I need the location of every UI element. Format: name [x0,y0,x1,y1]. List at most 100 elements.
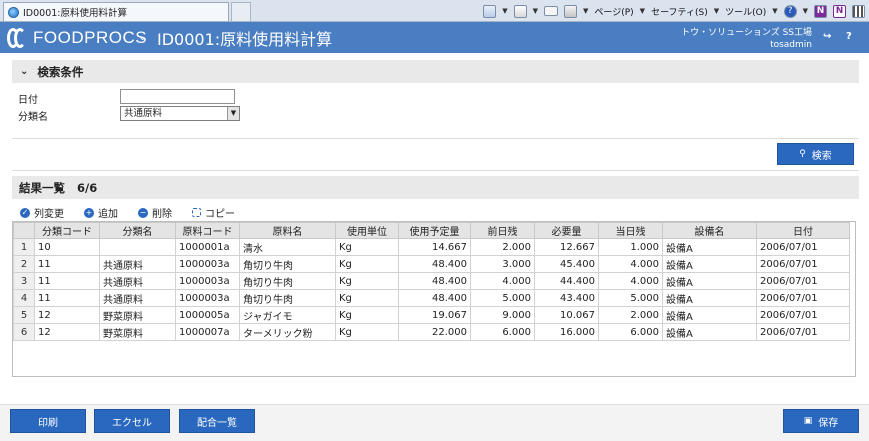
table-cell[interactable]: 野菜原料 [99,306,176,324]
app-menu-chevron-icon[interactable]: ⌄ [138,30,147,43]
feeds-icon[interactable] [513,4,527,18]
table-cell[interactable]: 2006/07/01 [756,306,850,324]
table-cell[interactable]: 2006/07/01 [756,272,850,290]
table-cell[interactable]: 清水 [239,238,336,256]
table-cell[interactable]: 5.000 [598,289,663,307]
table-cell[interactable]: 設備A [662,306,757,324]
search-conditions-header[interactable]: ⌄ 検索条件 [12,60,859,83]
dropdown-arrow-icon[interactable]: ▼ [227,107,239,120]
delete-row-button[interactable]: − 削除 [138,205,172,220]
table-cell[interactable]: 12.667 [534,238,599,256]
table-cell[interactable]: 11 [34,255,100,273]
table-cell[interactable]: 2006/07/01 [756,323,850,341]
table-cell[interactable]: 4.000 [598,255,663,273]
table-cell[interactable]: 2.000 [470,238,535,256]
column-header[interactable]: 使用単位 [335,222,399,239]
table-row[interactable]: 6 12 野菜原料 1000007a ターメリック粉 Kg 22.000 6.000 16.00… [13,323,850,341]
table-cell[interactable]: ジャガイモ [239,306,336,324]
table-cell[interactable]: 45.400 [534,255,599,273]
table-cell[interactable]: 19.067 [398,306,471,324]
onenote-icon[interactable]: N [814,4,827,18]
table-cell[interactable]: 1000001a [175,238,240,256]
table-cell[interactable]: 共通原料 [99,255,176,273]
table-cell[interactable]: 設備A [662,238,757,256]
table-cell[interactable]: 12 [34,306,100,324]
change-columns-button[interactable]: ✓ 列変更 [20,205,64,220]
search-button[interactable]: ⚲ 検索 [777,143,854,165]
table-cell[interactable]: 設備A [662,289,757,307]
copy-row-button[interactable]: コピー [192,205,235,220]
column-header[interactable]: 使用予定量 [398,222,471,239]
table-cell[interactable]: 16.000 [534,323,599,341]
table-cell[interactable]: 設備A [662,255,757,273]
table-cell[interactable]: 角切り牛肉 [239,289,336,307]
table-cell[interactable]: 4.000 [470,272,535,290]
safety-menu[interactable]: セーフティ(S) [651,5,708,18]
table-row[interactable]: 5 12 野菜原料 1000005a ジャガイモ Kg 19.067 9.000 10.067 2… [13,306,850,324]
logout-icon[interactable]: ↪ [823,31,831,42]
tools-menu[interactable]: ツール(O) [725,5,766,18]
table-cell[interactable]: Kg [335,238,399,256]
table-cell[interactable]: 設備A [662,272,757,290]
print-icon[interactable] [564,4,577,18]
table-cell[interactable]: Kg [335,272,399,290]
table-cell[interactable]: 設備A [662,323,757,341]
table-cell[interactable]: Kg [335,289,399,307]
table-cell[interactable]: 48.400 [398,255,471,273]
table-cell[interactable]: 2006/07/01 [756,289,850,307]
table-cell[interactable]: 4.000 [598,272,663,290]
column-header[interactable]: 当日残 [598,222,663,239]
column-header[interactable]: 原料コード [175,222,240,239]
table-row[interactable]: 1 10 1000001a 清水 Kg 14.667 2.000 12.667 1.000 設備A… [13,238,850,256]
column-header[interactable]: 必要量 [534,222,599,239]
column-header[interactable]: 分類コード [34,222,100,239]
table-cell[interactable]: 1000003a [175,255,240,273]
column-header[interactable]: 原料名 [239,222,336,239]
table-cell[interactable]: 2.000 [598,306,663,324]
table-cell[interactable]: 11 [34,289,100,307]
table-cell[interactable]: 1.000 [598,238,663,256]
table-cell[interactable]: 12 [34,323,100,341]
table-cell[interactable]: 3.000 [470,255,535,273]
table-cell[interactable]: 43.400 [534,289,599,307]
help-question-icon[interactable]: ? [846,31,852,42]
print-button[interactable]: 印刷 [10,409,86,433]
browser-tab[interactable]: ID0001:原料使用料計算 [3,2,229,21]
help-icon[interactable]: ? [783,4,797,18]
date-input[interactable] [120,89,235,104]
table-cell[interactable]: 2006/07/01 [756,255,850,273]
table-row[interactable]: 2 11 共通原料 1000003a 角切り牛肉 Kg 48.400 3.000 45.400 4… [13,255,850,273]
table-cell[interactable]: 1000003a [175,272,240,290]
collapse-chevron-icon[interactable]: ⌄ [20,66,28,77]
table-cell[interactable]: 野菜原料 [99,323,176,341]
table-cell[interactable]: Kg [335,255,399,273]
table-cell[interactable]: 11 [34,272,100,290]
table-cell[interactable]: 1000003a [175,289,240,307]
table-cell[interactable]: 10 [34,238,100,256]
table-cell[interactable]: 48.400 [398,272,471,290]
table-cell[interactable]: 6.000 [470,323,535,341]
table-cell[interactable]: 共通原料 [99,272,176,290]
add-row-button[interactable]: + 追加 [84,205,118,220]
new-tab-button[interactable] [231,2,251,21]
table-cell[interactable]: 22.000 [398,323,471,341]
table-cell[interactable] [99,238,176,256]
table-cell[interactable]: 48.400 [398,289,471,307]
onenote-send-icon[interactable]: N [833,4,846,18]
mail-icon[interactable] [544,6,558,16]
table-cell[interactable]: ターメリック粉 [239,323,336,341]
category-select[interactable]: 共通原料 ▼ [120,106,240,121]
table-cell[interactable]: 9.000 [470,306,535,324]
table-cell[interactable]: 角切り牛肉 [239,255,336,273]
table-cell[interactable]: Kg [335,306,399,324]
table-cell[interactable]: 10.067 [534,306,599,324]
column-header[interactable]: 分類名 [99,222,176,239]
table-cell[interactable]: 1000005a [175,306,240,324]
column-header[interactable]: 前日残 [470,222,535,239]
page-menu[interactable]: ページ(P) [594,5,633,18]
recipe-list-button[interactable]: 配合一覧 [179,409,255,433]
table-cell[interactable]: 14.667 [398,238,471,256]
table-cell[interactable]: 44.400 [534,272,599,290]
column-header[interactable]: 設備名 [662,222,757,239]
column-header[interactable]: 日付 [756,222,850,239]
